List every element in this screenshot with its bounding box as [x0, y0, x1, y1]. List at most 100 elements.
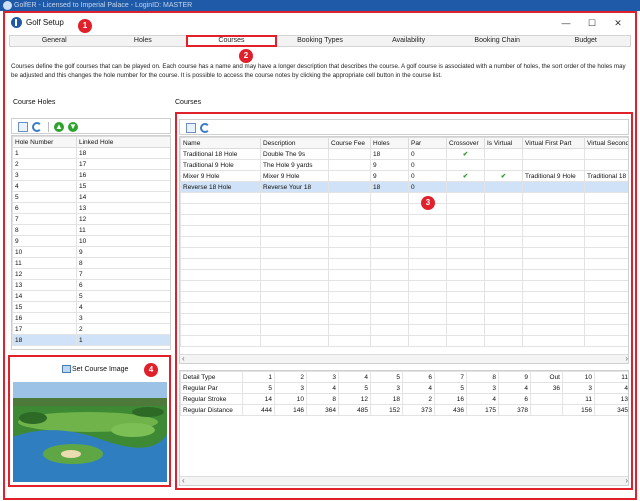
column-header[interactable]: Course Fee: [328, 137, 371, 149]
table-row[interactable]: 2 17: [12, 158, 170, 170]
empty-cell: [180, 324, 261, 336]
table-row[interactable]: 8 11: [12, 224, 170, 236]
detail-cell: 13: [594, 393, 628, 405]
refresh-icon[interactable]: [32, 122, 42, 132]
empty-cell: [328, 291, 371, 303]
table-row[interactable]: 9 10: [12, 235, 170, 247]
table-row[interactable]: 14 5: [12, 290, 170, 302]
table-row[interactable]: 17 2: [12, 323, 170, 335]
table-row[interactable]: Traditional 9 Hole The Hole 9 yards 9 0: [180, 159, 628, 171]
new-document-icon[interactable]: [18, 122, 28, 132]
detail-cell: 345: [594, 404, 628, 416]
callout-badge-1: 1: [78, 19, 92, 33]
empty-cell: [446, 247, 485, 259]
empty-cell: [328, 236, 371, 248]
empty-cell: [522, 236, 585, 248]
scroll-left-icon[interactable]: ‹: [182, 355, 185, 363]
tab-availability[interactable]: Availability: [364, 36, 453, 46]
tab-holes[interactable]: Holes: [99, 36, 188, 46]
courses-table: Name Description Course Fee Holes Par Crossov…: [180, 137, 628, 347]
maximize-button[interactable]: ☐: [579, 16, 605, 30]
column-header-linked-hole[interactable]: Linked Hole: [76, 136, 170, 148]
table-row[interactable]: 16 3: [12, 312, 170, 324]
column-header[interactable]: Name: [180, 137, 261, 149]
table-cell: [328, 181, 371, 193]
table-row[interactable]: 118: [12, 257, 170, 269]
detail-cell: 18: [370, 393, 403, 405]
course-holes-table: Hole Number Linked Hole 1 18 2 17 3 16 4 15 5 14 6…: [12, 136, 170, 346]
move-up-icon[interactable]: ▲: [54, 122, 64, 132]
empty-cell: [260, 192, 329, 204]
empty-cell: [328, 280, 371, 292]
table-row[interactable]: 18 1: [12, 334, 170, 346]
column-header[interactable]: Holes: [370, 137, 409, 149]
empty-cell: [370, 324, 409, 336]
hole-number-cell: 18: [12, 334, 77, 346]
table-row[interactable]: 12 7: [12, 268, 170, 280]
new-document-icon[interactable]: [186, 123, 196, 133]
app-title: GolfER - Licensed to Imperial Palace - L…: [14, 2, 193, 9]
table-row[interactable]: Regular Par 5 3 4 5 3 4 5 3 4 36 3 4: [180, 382, 628, 394]
detail-cell: 11: [562, 393, 595, 405]
detail-cell: 4: [402, 382, 435, 394]
table-row[interactable]: Traditional 18 Hole Double The 9s 18 0 ✔: [180, 148, 628, 160]
table-row[interactable]: 118: [12, 147, 170, 159]
empty-cell: [522, 280, 585, 292]
column-header[interactable]: Virtual First Part: [522, 137, 585, 149]
column-header-hole-number[interactable]: Hole Number: [12, 136, 77, 148]
column-header[interactable]: Is Virtual: [484, 137, 523, 149]
table-cell: Traditional 18 H: [584, 170, 628, 182]
scroll-right-icon[interactable]: ›: [625, 477, 628, 485]
tab-booking-types[interactable]: Booking Types: [276, 36, 365, 46]
table-row[interactable]: 15 4: [12, 301, 170, 313]
set-course-image-button[interactable]: Set Course Image: [62, 365, 128, 373]
linked-hole-cell: 15: [76, 180, 170, 192]
refresh-icon[interactable]: [200, 123, 210, 133]
column-header[interactable]: Virtual Second P: [584, 137, 628, 149]
empty-cell: [446, 236, 485, 248]
courses-horizontal-scrollbar[interactable]: ‹ ›: [180, 354, 628, 363]
column-header[interactable]: Description: [260, 137, 329, 149]
scroll-right-icon[interactable]: ›: [625, 355, 628, 363]
empty-cell: [446, 324, 485, 336]
table-row[interactable]: 10 9: [12, 246, 170, 258]
empty-row: [180, 258, 628, 270]
table-cell: 9: [370, 170, 409, 182]
linked-hole-cell: 18: [76, 147, 170, 159]
minimize-button[interactable]: —: [553, 16, 579, 30]
table-cell: Traditional 9 Hole: [180, 159, 261, 171]
empty-cell: [584, 214, 628, 226]
table-row[interactable]: 13 6: [12, 279, 170, 291]
table-cell: [328, 170, 371, 182]
tab-general[interactable]: General: [10, 36, 99, 46]
detail-header-cell: Out: [530, 371, 563, 383]
table-row[interactable]: Regular Stroke 14 10 8 12 18 2 16 4 6 11 13: [180, 393, 628, 405]
table-row[interactable]: Regular Distance 444 146 364 485 152 373 436 175…: [180, 404, 628, 416]
detail-cell: 4: [594, 382, 628, 394]
window-title: Golf Setup: [26, 18, 64, 27]
move-down-icon[interactable]: ▼: [68, 122, 78, 132]
column-header[interactable]: Par: [408, 137, 447, 149]
table-row[interactable]: 7 12: [12, 213, 170, 225]
table-row[interactable]: 5 14: [12, 191, 170, 203]
empty-cell: [260, 214, 329, 226]
tab-budget[interactable]: Budget: [541, 36, 630, 46]
column-header[interactable]: Crossover: [446, 137, 485, 149]
scroll-left-icon[interactable]: ‹: [182, 477, 185, 485]
tab-courses[interactable]: Courses: [186, 35, 277, 47]
hole-number-cell: 3: [12, 169, 77, 181]
linked-hole-cell: 17: [76, 158, 170, 170]
empty-cell: [328, 214, 371, 226]
table-row[interactable]: 6 13: [12, 202, 170, 214]
close-button[interactable]: ✕: [605, 16, 631, 30]
tab-booking-chain[interactable]: Booking Chain: [453, 36, 542, 46]
table-row[interactable]: 3 16: [12, 169, 170, 181]
empty-cell: [484, 225, 523, 237]
table-row[interactable]: Reverse 18 Hole Reverse Your 18 18 0: [180, 181, 628, 193]
empty-cell: [260, 258, 329, 270]
table-row[interactable]: Mixer 9 Hole Mixer 9 Hole 9 0 ✔ ✔ Traditional …: [180, 170, 628, 182]
empty-cell: [446, 302, 485, 314]
empty-cell: [180, 192, 261, 204]
table-row[interactable]: 4 15: [12, 180, 170, 192]
detail-horizontal-scrollbar[interactable]: ‹ ›: [180, 476, 628, 485]
